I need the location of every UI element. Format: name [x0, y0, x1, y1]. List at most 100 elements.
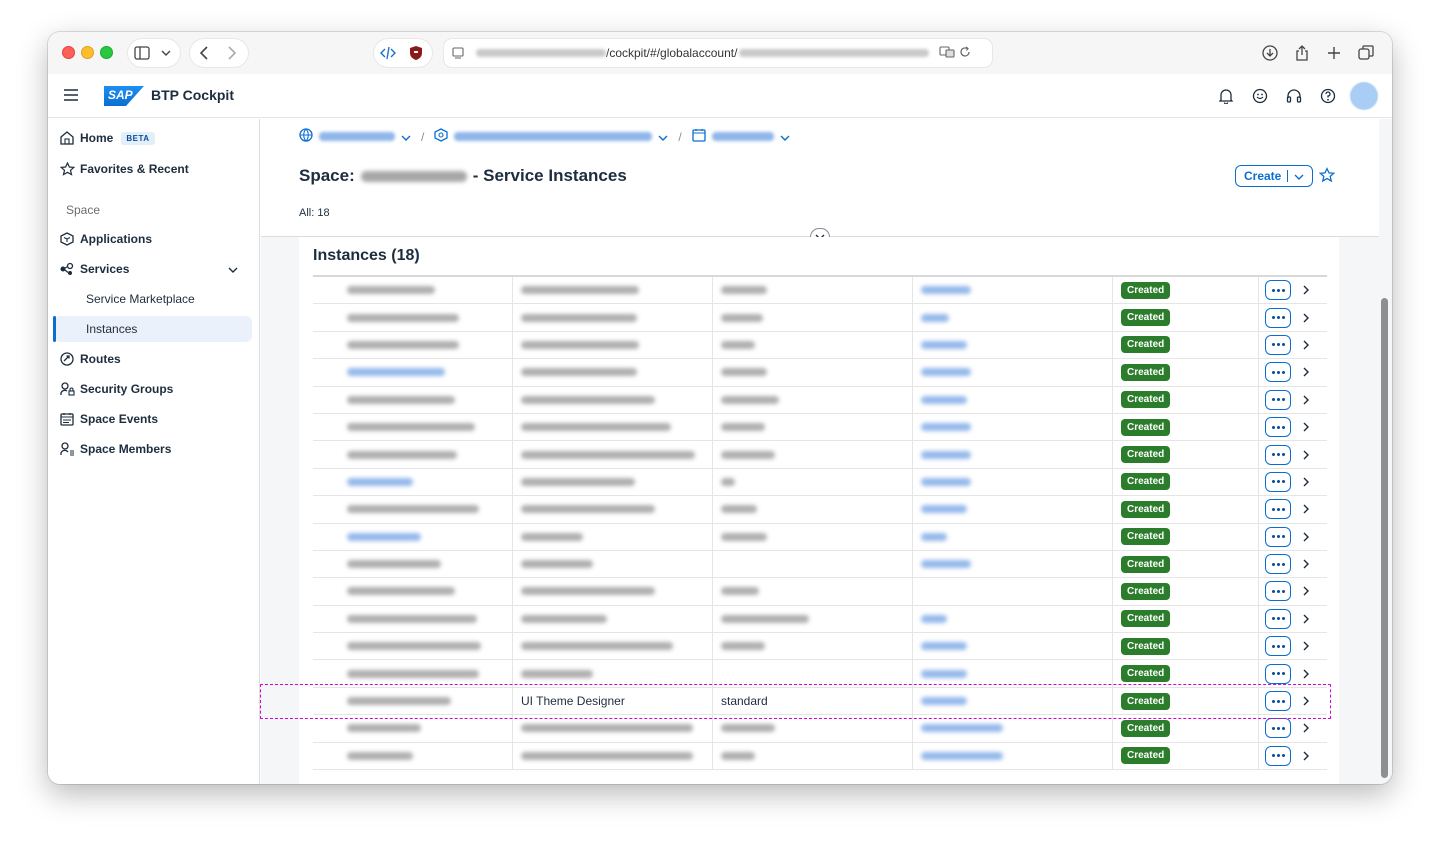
nav-service-marketplace[interactable]: Service Marketplace [54, 286, 252, 312]
bindings-link-redacted[interactable] [921, 477, 971, 486]
chevron-down-icon[interactable] [401, 130, 411, 144]
bindings-link-redacted[interactable] [921, 697, 967, 706]
vertical-scrollbar[interactable] [1381, 298, 1388, 778]
chevron-right-icon[interactable] [1303, 504, 1313, 514]
chevron-right-icon[interactable] [1303, 614, 1313, 624]
table-row[interactable]: Created [313, 441, 1327, 469]
avatar[interactable] [1350, 82, 1378, 110]
chevron-right-icon[interactable] [1303, 395, 1313, 405]
chevron-right-icon[interactable] [1303, 586, 1313, 596]
help-icon[interactable] [1316, 82, 1340, 110]
sap-logo[interactable]: SAP [104, 86, 144, 106]
chevron-down-icon[interactable] [228, 262, 238, 276]
more-actions-button[interactable] [1265, 334, 1291, 355]
table-row[interactable]: Created [313, 605, 1327, 634]
chevron-right-icon[interactable] [1303, 340, 1313, 350]
more-actions-button[interactable] [1265, 280, 1291, 301]
bindings-link-redacted[interactable] [921, 423, 971, 432]
bindings-link-redacted[interactable] [921, 642, 967, 651]
bindings-link-redacted[interactable] [921, 313, 949, 322]
chevron-right-icon[interactable] [1303, 723, 1313, 733]
zoom-window-button[interactable] [100, 46, 113, 59]
instance-name-redacted[interactable] [347, 532, 421, 541]
minimize-window-button[interactable] [81, 46, 94, 59]
table-row[interactable]: Created [313, 523, 1327, 551]
table-row[interactable]: UI Theme Designer standard Created [313, 687, 1327, 716]
nav-favorites[interactable]: Favorites & Recent [54, 156, 252, 182]
table-row[interactable]: Created [313, 359, 1327, 387]
bindings-link-redacted[interactable] [921, 450, 971, 459]
chevron-down-icon[interactable] [658, 130, 668, 144]
chevron-right-icon[interactable] [1303, 532, 1313, 542]
table-row[interactable]: Created [313, 386, 1327, 414]
table-row[interactable]: Created [313, 742, 1327, 771]
translate-icon[interactable] [939, 45, 955, 61]
more-actions-button[interactable] [1265, 444, 1291, 465]
create-button[interactable]: Create [1235, 165, 1314, 187]
chevron-right-icon[interactable] [1303, 367, 1313, 377]
tab-overview-icon[interactable] [1352, 39, 1380, 67]
bindings-link-redacted[interactable] [921, 368, 971, 377]
more-actions-button[interactable] [1265, 417, 1291, 438]
bindings-link-redacted[interactable] [921, 724, 1003, 733]
table-row[interactable]: Created [313, 304, 1327, 332]
bindings-link-redacted[interactable] [921, 669, 967, 678]
more-actions-button[interactable] [1265, 581, 1291, 602]
reload-icon[interactable] [959, 46, 971, 61]
chevron-right-icon[interactable] [1303, 313, 1313, 323]
table-row[interactable]: Created [313, 578, 1327, 606]
more-actions-button[interactable] [1265, 745, 1291, 766]
more-actions-button[interactable] [1265, 636, 1291, 657]
instance-name-redacted[interactable] [347, 477, 413, 486]
chevron-right-icon[interactable] [1303, 641, 1313, 651]
new-tab-icon[interactable] [1320, 39, 1348, 67]
bindings-link-redacted[interactable] [921, 751, 1003, 760]
nav-routes[interactable]: Routes [54, 346, 252, 372]
nav-instances[interactable]: Instances [53, 316, 252, 342]
table-row[interactable]: Created [313, 277, 1327, 305]
nav-applications[interactable]: Applications [54, 226, 252, 252]
more-actions-button[interactable] [1265, 362, 1291, 383]
sidebar-toggle-icon[interactable] [128, 39, 156, 67]
bindings-link-redacted[interactable] [921, 286, 971, 295]
code-icon[interactable] [374, 39, 402, 67]
more-actions-button[interactable] [1265, 307, 1291, 328]
favorite-star-icon[interactable] [1318, 167, 1337, 185]
app-title[interactable]: BTP Cockpit [151, 87, 234, 103]
chevron-right-icon[interactable] [1303, 559, 1313, 569]
chevron-right-icon[interactable] [1303, 285, 1313, 295]
more-actions-button[interactable] [1265, 526, 1291, 547]
table-row[interactable]: Created [313, 331, 1327, 360]
headset-icon[interactable] [1282, 82, 1306, 110]
close-window-button[interactable] [62, 46, 75, 59]
feedback-icon[interactable] [1248, 82, 1272, 110]
more-actions-button[interactable] [1265, 499, 1291, 520]
breadcrumb-global-account[interactable] [319, 132, 395, 141]
chevron-right-icon[interactable] [1303, 669, 1313, 679]
more-actions-button[interactable] [1265, 554, 1291, 575]
table-row[interactable]: Created [313, 413, 1327, 442]
share-icon[interactable] [1288, 39, 1316, 67]
chevron-down-icon[interactable] [780, 130, 790, 144]
nav-space-events[interactable]: Space Events [54, 406, 252, 432]
table-row[interactable]: Created [313, 496, 1327, 524]
chevron-right-icon[interactable] [1303, 477, 1313, 487]
table-row[interactable]: Created [313, 660, 1327, 688]
bindings-link-redacted[interactable] [921, 614, 947, 623]
table-row[interactable]: Created [313, 715, 1327, 743]
breadcrumb-subaccount[interactable] [454, 132, 653, 141]
shield-icon[interactable] [402, 39, 430, 67]
table-row[interactable]: Created [313, 633, 1327, 661]
chevron-right-icon[interactable] [1303, 450, 1313, 460]
download-icon[interactable] [1256, 39, 1284, 67]
more-actions-button[interactable] [1265, 663, 1291, 684]
forward-arrow-icon[interactable] [218, 39, 246, 67]
breadcrumb-space[interactable] [711, 132, 774, 141]
back-arrow-icon[interactable] [190, 39, 218, 67]
bindings-link-redacted[interactable] [921, 532, 947, 541]
nav-space-members[interactable]: Space Members [54, 436, 252, 462]
bindings-link-redacted[interactable] [921, 395, 967, 404]
chevron-down-icon[interactable] [156, 39, 176, 67]
nav-home[interactable]: Home BETA [54, 125, 252, 151]
nav-security-groups[interactable]: Security Groups [54, 376, 252, 402]
